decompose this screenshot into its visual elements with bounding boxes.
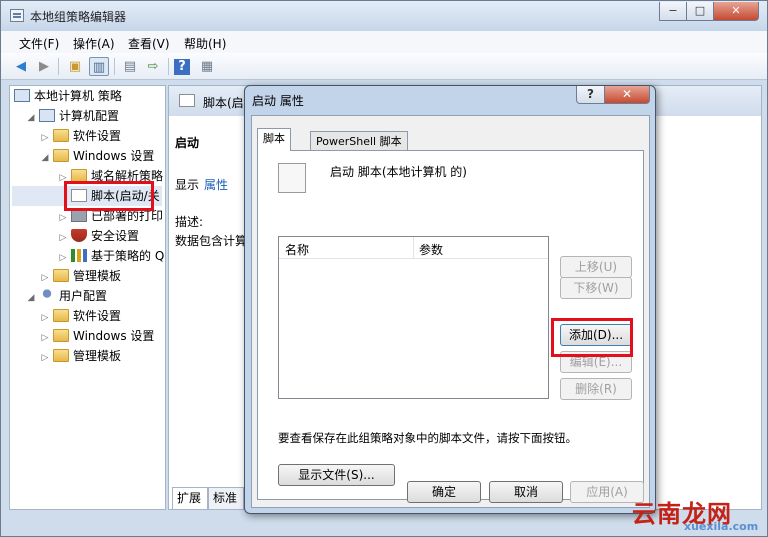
menu-help[interactable]: 帮助(H) bbox=[184, 35, 226, 52]
close-button[interactable]: ✕ bbox=[713, 2, 759, 21]
column-divider bbox=[413, 237, 414, 258]
tree-item-user-admin-templates[interactable]: ▷ 管理模板 bbox=[12, 346, 162, 366]
maximize-button[interactable]: □ bbox=[686, 2, 714, 21]
forward-arrow-icon[interactable]: ▶ bbox=[34, 57, 54, 76]
move-up-button[interactable]: 上移(U) bbox=[560, 256, 632, 278]
expand-arrow-icon[interactable]: ▷ bbox=[40, 328, 50, 348]
export-list-icon[interactable]: ⇨ bbox=[143, 57, 163, 76]
minimize-button[interactable]: − bbox=[659, 2, 687, 21]
expand-arrow-icon[interactable]: ▷ bbox=[58, 228, 68, 248]
tree-item-security-settings[interactable]: ▷ 安全设置 bbox=[12, 226, 162, 246]
column-name[interactable]: 名称 bbox=[285, 241, 309, 258]
description-text: 数据包含计算 bbox=[175, 234, 248, 248]
computer-icon bbox=[39, 109, 55, 122]
scripts-tab-panel: 启动 脚本(本地计算机 的) 名称 参数 上移(U) 下移(W) 添加(D)..… bbox=[257, 150, 644, 500]
list-header: 名称 参数 bbox=[279, 237, 548, 259]
expand-arrow-icon[interactable]: ▷ bbox=[40, 268, 50, 288]
expand-arrow-icon[interactable]: ▷ bbox=[40, 128, 50, 148]
dialog-body: 脚本 PowerShell 脚本 启动 脚本(本地计算机 的) 名称 参数 上移… bbox=[251, 115, 650, 508]
toolbar: ◀ ▶ ▣ ▥ ▤ ⇨ ? ▦ bbox=[1, 53, 767, 80]
script-file-icon bbox=[278, 163, 306, 193]
menu-file[interactable]: 文件(F) bbox=[19, 35, 59, 52]
move-down-button[interactable]: 下移(W) bbox=[560, 277, 632, 299]
startup-properties-dialog: 启动 属性 ? ✕ 脚本 PowerShell 脚本 启动 脚本(本地计算机 的… bbox=[244, 85, 656, 514]
cancel-button[interactable]: 取消 bbox=[489, 481, 563, 503]
expand-arrow-icon[interactable]: ▷ bbox=[40, 308, 50, 328]
folder-icon bbox=[53, 329, 69, 342]
properties-icon[interactable]: ▤ bbox=[120, 57, 140, 76]
collapse-arrow-icon[interactable]: ◢ bbox=[26, 108, 36, 128]
tree-item-user-windows-settings[interactable]: ▷ Windows 设置 bbox=[12, 326, 162, 346]
script-icon bbox=[179, 94, 195, 107]
remove-script-button[interactable]: 删除(R) bbox=[560, 378, 632, 400]
window-title: 本地组策略编辑器 bbox=[30, 10, 127, 24]
navigation-tree: 本地计算机 策略 ◢ 计算机配置 ▷ 软件设置 ◢ Windows 设置 ▷ 域名解析策… bbox=[9, 85, 166, 510]
title-bar[interactable]: 本地组策略编辑器 − □ ✕ bbox=[1, 1, 767, 31]
details-show-label: 显示 bbox=[175, 178, 200, 192]
expand-arrow-icon[interactable]: ▷ bbox=[58, 208, 68, 228]
details-section-title: 启动 bbox=[175, 136, 200, 150]
back-arrow-icon[interactable]: ◀ bbox=[11, 57, 31, 76]
folder-icon bbox=[53, 269, 69, 282]
help-icon[interactable]: ? bbox=[174, 59, 190, 75]
tree-item-software-settings[interactable]: ▷ 软件设置 bbox=[12, 126, 162, 146]
collapse-arrow-icon[interactable]: ◢ bbox=[26, 288, 36, 308]
expand-arrow-icon[interactable]: ▷ bbox=[58, 248, 68, 268]
folder-icon bbox=[53, 349, 69, 362]
show-files-button[interactable]: 显示文件(S)... bbox=[278, 464, 395, 486]
tab-scripts[interactable]: 脚本 bbox=[257, 128, 291, 151]
details-header-title: 脚本(启 bbox=[203, 96, 244, 110]
folder-icon bbox=[53, 129, 69, 142]
view-icon[interactable]: ▦ bbox=[197, 57, 217, 76]
show-files-hint: 要查看保存在此组策略对象中的脚本文件，请按下面按钮。 bbox=[278, 431, 577, 445]
tab-powershell-scripts[interactable]: PowerShell 脚本 bbox=[310, 131, 408, 151]
show-hide-tree-icon[interactable]: ▥ bbox=[89, 57, 109, 76]
tree-item-windows-settings[interactable]: ◢ Windows 设置 bbox=[12, 146, 162, 166]
highlight-add-box bbox=[551, 318, 633, 357]
dialog-title: 启动 属性 bbox=[252, 94, 304, 108]
security-shield-icon bbox=[71, 229, 87, 242]
menu-bar: 文件(F) 操作(A) 查看(V) 帮助(H) bbox=[1, 31, 767, 53]
column-params[interactable]: 参数 bbox=[419, 241, 443, 258]
startup-scripts-heading: 启动 脚本(本地计算机 的) bbox=[330, 165, 467, 179]
watermark-sub: xuexila.com bbox=[684, 520, 759, 533]
toolbar-separator bbox=[58, 58, 59, 75]
properties-link[interactable]: 属性 bbox=[204, 176, 228, 193]
menu-action[interactable]: 操作(A) bbox=[73, 35, 115, 52]
toolbar-separator bbox=[168, 58, 169, 75]
collapse-arrow-icon[interactable]: ◢ bbox=[40, 148, 50, 168]
user-icon bbox=[39, 289, 55, 302]
description-label: 描述: bbox=[175, 215, 204, 229]
up-folder-icon[interactable]: ▣ bbox=[65, 57, 85, 76]
tab-standard[interactable]: 标准 bbox=[208, 487, 244, 509]
highlight-scripts-box bbox=[64, 181, 154, 211]
tree-item-qos[interactable]: ▷ 基于策略的 Q bbox=[12, 246, 164, 268]
dialog-close-button[interactable]: ✕ bbox=[604, 86, 650, 104]
ok-button[interactable]: 确定 bbox=[407, 481, 481, 503]
folder-icon bbox=[53, 309, 69, 322]
dialog-help-button[interactable]: ? bbox=[576, 86, 605, 104]
computer-policy-icon bbox=[14, 89, 30, 102]
tree-item-admin-templates[interactable]: ▷ 管理模板 bbox=[12, 266, 162, 286]
expand-arrow-icon[interactable]: ▷ bbox=[40, 348, 50, 368]
tree-item-root[interactable]: 本地计算机 策略 bbox=[12, 86, 162, 106]
folder-icon bbox=[53, 149, 69, 162]
toolbar-separator bbox=[114, 58, 115, 75]
tab-extended[interactable]: 扩展 bbox=[172, 487, 208, 509]
tree-item-user-software-settings[interactable]: ▷ 软件设置 bbox=[12, 306, 162, 326]
bar-chart-icon bbox=[71, 249, 87, 262]
policy-editor-icon bbox=[10, 9, 24, 22]
tree-item-computer-config[interactable]: ◢ 计算机配置 bbox=[12, 106, 162, 126]
scripts-list[interactable]: 名称 参数 bbox=[278, 236, 549, 399]
menu-view[interactable]: 查看(V) bbox=[128, 35, 170, 52]
tree-item-user-config[interactable]: ◢ 用户配置 bbox=[12, 286, 162, 306]
